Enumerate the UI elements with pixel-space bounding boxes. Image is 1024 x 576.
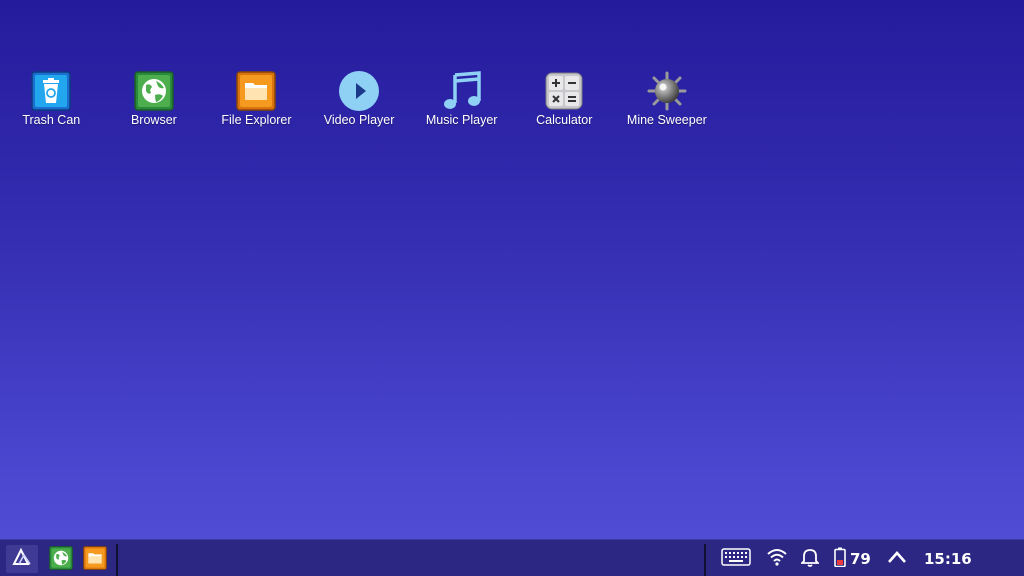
wifi-button[interactable] [766,548,788,570]
trash-can-icon [30,70,72,112]
desktop: Trash Can Browser File Explorer Video Pl… [0,0,1024,539]
music-note-icon [441,70,483,112]
desktop-icon-label: Video Player [323,113,395,127]
desktop-icon-label: Calculator [536,113,593,127]
notifications-button[interactable] [799,547,821,572]
calculator-icon [543,70,585,112]
wifi-icon [766,548,788,571]
desktop-icon-calculator[interactable]: Calculator [513,70,616,127]
start-button[interactable] [6,545,38,573]
chevron-up-icon [887,550,907,569]
play-circle-icon [338,70,380,112]
desktop-icon-trash-can[interactable]: Trash Can [0,70,103,127]
desktop-icon-label: Music Player [425,113,498,127]
mine-icon [646,70,688,112]
folder-icon [235,70,277,112]
keyboard-button[interactable] [720,547,752,571]
desktop-icon-label: File Explorer [221,113,292,127]
expand-tray-button[interactable] [886,548,908,570]
keyboard-icon [721,547,751,571]
desktop-icon-file-explorer[interactable]: File Explorer [205,70,308,127]
desktop-icon-label: Browser [130,113,177,127]
taskbar-app-browser[interactable] [48,545,74,575]
browser-globe-icon [49,545,73,575]
taskbar: 79 15:16 [0,539,1024,576]
folder-icon [83,545,107,575]
launcher-logo-icon [12,547,32,571]
taskbar-app-file-explorer[interactable] [82,545,108,575]
desktop-icon-music-player[interactable]: Music Player [410,70,513,127]
desktop-icon-mine-sweeper[interactable]: Mine Sweeper [616,70,719,127]
battery-icon [834,547,846,572]
desktop-icon-label: Mine Sweeper [626,113,707,127]
desktop-icon-video-player[interactable]: Video Player [308,70,411,127]
clock[interactable]: 15:16 [924,550,972,568]
taskbar-divider [704,544,706,576]
battery-level: 79 [850,550,871,568]
taskbar-divider [116,544,118,576]
desktop-icon-grid: Trash Can Browser File Explorer Video Pl… [0,70,718,127]
bell-icon [799,547,821,572]
battery-status[interactable]: 79 [834,547,876,572]
desktop-icon-label: Trash Can [22,113,81,127]
browser-globe-icon [133,70,175,112]
desktop-icon-browser[interactable]: Browser [103,70,206,127]
